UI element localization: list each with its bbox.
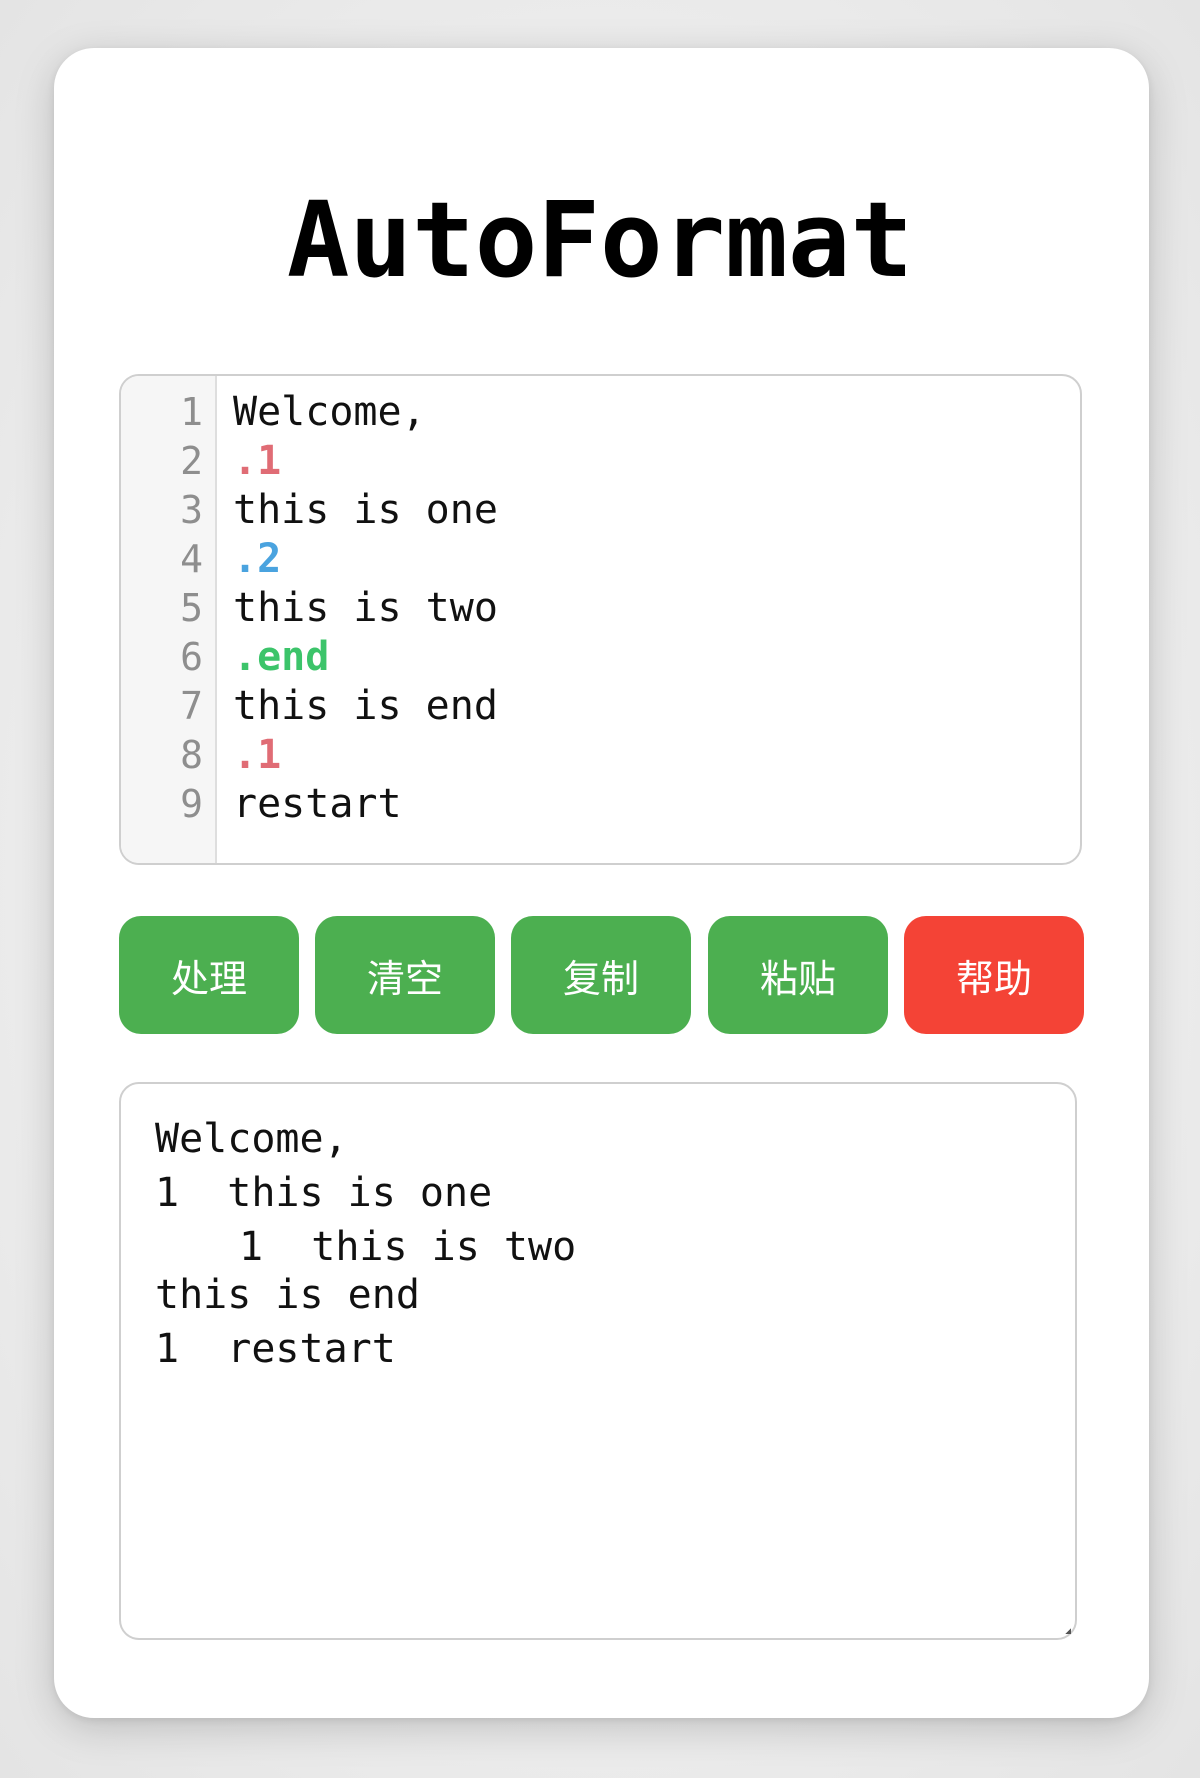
line-number: 6 (180, 635, 203, 679)
process-button[interactable]: 处理 (119, 916, 299, 1034)
code-line[interactable]: .1 (233, 437, 281, 486)
code-line[interactable]: restart (233, 780, 402, 829)
input-editor[interactable]: 1 2 3 4 5 6 7 8 9 Welcome, .1 this is on… (119, 374, 1082, 865)
clear-button[interactable]: 清空 (315, 916, 495, 1034)
code-line[interactable]: this is end (233, 682, 498, 731)
output-textarea[interactable]: Welcome, 1 this is one 1 this is two thi… (119, 1082, 1077, 1640)
output-line: 1 restart (155, 1326, 396, 1372)
resize-grip-icon[interactable] (1065, 1628, 1071, 1634)
line-number: 3 (180, 488, 203, 532)
code-line[interactable]: .1 (233, 731, 281, 780)
app-title: AutoFormat (286, 179, 914, 301)
line-number: 8 (180, 733, 203, 777)
line-number: 5 (180, 586, 203, 630)
line-number-gutter: 1 2 3 4 5 6 7 8 9 (121, 376, 217, 863)
line-number: 7 (180, 684, 203, 728)
output-line: this is end (155, 1272, 420, 1318)
code-line[interactable]: this is two (233, 584, 498, 633)
line-number: 4 (180, 537, 203, 581)
code-line[interactable]: Welcome, (233, 388, 426, 437)
code-line[interactable]: this is one (233, 486, 498, 535)
line-number: 9 (180, 782, 203, 826)
output-line: 1 this is one (155, 1170, 493, 1216)
help-button[interactable]: 帮助 (904, 916, 1084, 1034)
output-line: 1 this is two (239, 1224, 577, 1270)
code-line[interactable]: .2 (233, 535, 281, 584)
code-line[interactable]: .end (233, 633, 329, 682)
copy-button[interactable]: 复制 (511, 916, 691, 1034)
line-number: 1 (180, 390, 203, 434)
line-number: 2 (180, 439, 203, 483)
output-line: Welcome, (155, 1116, 348, 1162)
paste-button[interactable]: 粘贴 (708, 916, 888, 1034)
